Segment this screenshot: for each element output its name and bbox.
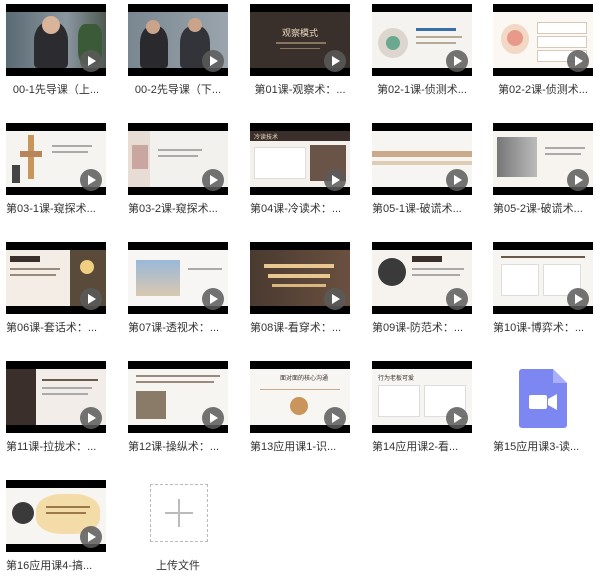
video-thumbnail — [493, 242, 593, 314]
video-item[interactable]: 00-2先导课（下... — [128, 0, 228, 112]
video-item[interactable]: 第03-1课-窥探术... — [6, 119, 106, 231]
file-name: 第10课-博弈术：... — [493, 322, 585, 334]
slide-title: 冷读技术 — [254, 135, 279, 141]
video-thumbnail — [493, 123, 593, 195]
play-icon — [324, 288, 346, 310]
file-name: 第16应用课4-搞... — [6, 560, 93, 572]
video-thumbnail — [6, 361, 106, 433]
video-thumbnail — [128, 4, 228, 76]
play-icon — [80, 288, 102, 310]
upload-label: 上传文件 — [156, 560, 200, 572]
play-icon — [202, 288, 224, 310]
video-thumbnail — [6, 123, 106, 195]
video-thumbnail — [128, 242, 228, 314]
video-item[interactable]: 行为老板可爱 第14应用课2-看... — [372, 357, 472, 469]
play-icon — [80, 526, 102, 548]
video-thumbnail — [250, 242, 350, 314]
file-name: 第01课-观察术：... — [254, 84, 346, 96]
play-icon — [324, 50, 346, 72]
video-item[interactable]: 第10课-博弈术：... — [493, 238, 593, 350]
video-thumbnail — [128, 361, 228, 433]
slide-title: 行为老板可爱 — [378, 376, 415, 382]
file-grid: 00-1先导课（上... 00-2先导课（下... 观察模式 第01课-观察术：… — [0, 0, 600, 578]
video-thumbnail — [372, 4, 472, 76]
video-item[interactable]: 第16应用课4-搞... — [6, 476, 106, 588]
file-name: 第05-2课-破谎术... — [493, 203, 583, 215]
play-icon — [324, 407, 346, 429]
play-icon — [80, 169, 102, 191]
play-icon — [446, 169, 468, 191]
video-item[interactable]: 第08课-看穿术：... — [250, 238, 350, 350]
play-icon — [567, 288, 589, 310]
video-thumbnail — [6, 4, 106, 76]
upload-button[interactable]: 上传文件 — [128, 476, 228, 588]
plus-icon — [150, 484, 208, 542]
file-name: 第02-2课-侦测术... — [498, 84, 588, 96]
video-item[interactable]: 面对面的核心沟通 第13应用课1-识... — [250, 357, 350, 469]
video-thumbnail — [6, 242, 106, 314]
file-name: 第14应用课2-看... — [372, 441, 459, 453]
video-thumbnail — [128, 123, 228, 195]
file-name: 第11课-拉拢术：... — [6, 441, 97, 453]
video-item[interactable]: 第12课-操纵术：... — [128, 357, 228, 469]
slide-title: 观察模式 — [282, 28, 319, 38]
file-name: 第03-1课-窥探术... — [6, 203, 96, 215]
play-icon — [567, 169, 589, 191]
video-file-icon — [519, 369, 567, 428]
play-icon — [446, 50, 468, 72]
file-name: 第05-1课-破谎术... — [372, 203, 462, 215]
file-name: 第06课-套话术：... — [6, 322, 98, 334]
video-item[interactable]: 第06课-套话术：... — [6, 238, 106, 350]
file-name: 第07课-透视术：... — [128, 322, 220, 334]
play-icon — [202, 169, 224, 191]
video-thumbnail: 观察模式 — [250, 4, 350, 76]
video-thumbnail — [372, 242, 472, 314]
video-item[interactable]: 00-1先导课（上... — [6, 0, 106, 112]
play-icon — [202, 50, 224, 72]
video-thumbnail — [372, 123, 472, 195]
file-name: 第08课-看穿术：... — [250, 322, 342, 334]
video-file-item[interactable]: 第15应用课3-读... — [493, 357, 593, 469]
slide-title: 面对面的核心沟通 — [280, 376, 329, 382]
file-name: 第09课-防范术：... — [372, 322, 464, 334]
video-thumbnail: 面对面的核心沟通 — [250, 361, 350, 433]
play-icon — [202, 407, 224, 429]
video-item[interactable]: 观察模式 第01课-观察术：... — [250, 0, 350, 112]
video-item[interactable]: 第07课-透视术：... — [128, 238, 228, 350]
file-name: 第15应用课3-读... — [493, 441, 580, 453]
file-name: 第02-1课-侦测术... — [377, 84, 467, 96]
video-item[interactable]: 第11课-拉拢术：... — [6, 357, 106, 469]
video-item[interactable]: 第09课-防范术：... — [372, 238, 472, 350]
video-item[interactable]: 第05-1课-破谎术... — [372, 119, 472, 231]
video-item[interactable]: 第05-2课-破谎术... — [493, 119, 593, 231]
play-icon — [567, 50, 589, 72]
file-name: 00-1先导课（上... — [12, 84, 100, 96]
video-thumbnail: 行为老板可爱 — [372, 361, 472, 433]
play-icon — [446, 288, 468, 310]
video-item[interactable]: 冷读技术 第04课-冷读术：... — [250, 119, 350, 231]
video-item[interactable]: 第02-1课-侦测术... — [372, 0, 472, 112]
file-name: 第04课-冷读术：... — [250, 203, 342, 215]
play-icon — [324, 169, 346, 191]
video-item[interactable]: 第03-2课-窥探术... — [128, 119, 228, 231]
video-thumbnail — [493, 4, 593, 76]
play-icon — [80, 50, 102, 72]
video-thumbnail: 冷读技术 — [250, 123, 350, 195]
file-name: 第03-2课-窥探术... — [128, 203, 218, 215]
file-name: 第12课-操纵术：... — [128, 441, 220, 453]
file-name: 第13应用课1-识... — [250, 441, 337, 453]
file-name: 00-2先导课（下... — [134, 84, 222, 96]
play-icon — [80, 407, 102, 429]
play-icon — [446, 407, 468, 429]
video-item[interactable]: 第02-2课-侦测术... — [493, 0, 593, 112]
video-thumbnail — [6, 480, 106, 552]
